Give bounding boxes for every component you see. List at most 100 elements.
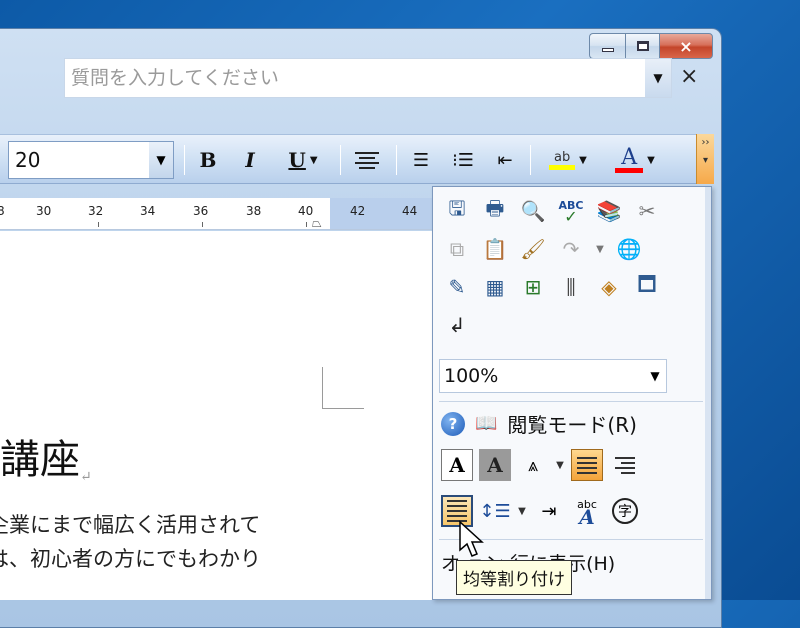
zoom-value[interactable]: 100%	[440, 365, 644, 387]
show-hide-marks-icon[interactable]: ↲	[441, 309, 473, 341]
cut-icon[interactable]: ✂	[631, 195, 663, 227]
ruler-tick: 34	[140, 204, 156, 218]
copy-icon[interactable]: ⧉	[441, 233, 473, 265]
center-align-button[interactable]	[352, 145, 382, 175]
numbered-list-icon: ☰	[412, 149, 430, 171]
ruler-tick-mark	[306, 222, 307, 227]
ruler-tick: 42	[350, 204, 366, 218]
font-color-icon: A	[615, 146, 644, 173]
enclosed-character-icon: 字	[612, 498, 638, 524]
help-dropdown-button[interactable]: ▼	[645, 59, 671, 97]
chevron-down-icon: ▼	[653, 71, 663, 85]
decrease-indent-button[interactable]: ⇤	[490, 145, 520, 175]
font-size-combo[interactable]: 20 ▼	[8, 141, 174, 179]
chevron-down-icon: ▾	[702, 155, 709, 166]
panel-scrollbar[interactable]	[705, 187, 711, 599]
toolbar-options-button[interactable]: ›› ▾	[696, 134, 714, 184]
columns-icon[interactable]: ⫼	[555, 271, 587, 303]
print-icon[interactable]: 🖶	[479, 195, 511, 227]
spellcheck-icon[interactable]: ABC ✓	[555, 195, 587, 227]
help-question-input[interactable]	[65, 59, 645, 97]
indent-icon: ⇤	[497, 149, 513, 171]
minimize-icon	[601, 48, 614, 52]
toolbar-separator	[184, 145, 185, 175]
bulleted-list-button[interactable]: ⁝☰	[448, 145, 478, 175]
enclosed-character-button[interactable]: 字	[609, 495, 641, 527]
read-mode-label: 閲覧モード(R)	[507, 413, 637, 437]
document-area[interactable]: 講座↵ 企業にまで幅広く活用されて は、初心者の方にでもわかり	[0, 231, 432, 600]
chevron-down-icon[interactable]: ▼	[517, 495, 527, 527]
help-question-box: ▼	[64, 58, 672, 98]
font-color-button[interactable]: A ▼	[608, 145, 662, 175]
paragraph-mark: ↵	[80, 469, 92, 485]
redo-icon[interactable]: ↷	[555, 233, 587, 265]
justify-icon	[577, 456, 597, 474]
close-window-button[interactable]: ×	[659, 33, 713, 59]
italic-button[interactable]: I	[236, 145, 264, 175]
chevron-down-icon: ▼	[156, 153, 166, 167]
underline-label: U	[288, 148, 306, 172]
character-shading-button[interactable]: A	[479, 449, 511, 481]
maximize-button[interactable]	[625, 33, 659, 59]
insert-table-icon[interactable]: ▦	[479, 271, 511, 303]
chevron-down-icon: ▼	[579, 154, 587, 166]
ruler-margin-area	[330, 198, 440, 229]
ruler-tick-partial: 8	[0, 204, 5, 218]
book-icon: 📖	[475, 413, 498, 434]
read-mode-button[interactable]: ? 📖 閲覧モード(R)	[441, 409, 637, 438]
phonetic-guide-button[interactable]: ⩓	[517, 449, 549, 481]
hyperlink-icon[interactable]: 🌐	[613, 233, 645, 265]
align-center-icon	[355, 151, 379, 169]
phonetic-abc-button[interactable]: abc A	[571, 495, 603, 528]
increase-indent-button[interactable]: ⇥	[533, 495, 565, 527]
body-text-line[interactable]: は、初心者の方にでもわかり	[0, 543, 261, 573]
ruler-tick: 36	[193, 204, 209, 218]
chevron-down-icon[interactable]: ▼	[644, 369, 666, 383]
body-text-line[interactable]: 企業にまで幅広く活用されて	[0, 509, 260, 539]
format-painter-icon[interactable]: 🖌	[517, 233, 549, 265]
close-help-icon[interactable]: ×	[680, 64, 698, 89]
maximize-icon	[636, 41, 649, 51]
horizontal-ruler[interactable]: 8 30 32 34 36 38 40 42 44 ⏢	[0, 198, 440, 230]
justify-button[interactable]	[571, 449, 603, 481]
paste-icon[interactable]: 📋	[479, 233, 511, 265]
print-preview-icon[interactable]: 🔍	[517, 195, 549, 227]
document-heading[interactable]: 講座↵	[0, 427, 92, 485]
toolbar-separator	[396, 145, 397, 175]
chevron-down-icon: ▼	[309, 154, 318, 166]
indent-marker-icon[interactable]: ⏢	[312, 216, 322, 229]
highlight-button[interactable]: ab ▼	[540, 145, 596, 175]
ruler-tick: 32	[88, 204, 104, 218]
font-size-value[interactable]: 20	[9, 148, 149, 172]
align-right-button[interactable]	[609, 449, 641, 481]
zoom-combo[interactable]: 100% ▼	[439, 359, 667, 393]
panel-row-styles: A A ⩓ ▼	[441, 449, 641, 481]
panel-separator	[439, 401, 703, 402]
bullet-list-icon: ⁝☰	[452, 149, 474, 171]
formatting-toolbar: 20 ▼ B I U ▼ ☰ ⁝☰ ⇤ ab ▼ A ▼ ›› ▾	[0, 134, 714, 184]
ruler-tick-mark	[98, 222, 99, 227]
drawing-icon[interactable]: ✎	[441, 271, 473, 303]
help-icon[interactable]: ?	[441, 411, 465, 436]
ruler-tick: 44	[402, 204, 418, 218]
document-map-icon[interactable]: 🗖	[631, 271, 663, 303]
bold-button[interactable]: B	[194, 145, 222, 175]
drawing-tools-icon[interactable]: ◈	[593, 271, 625, 303]
research-icon[interactable]: 📚	[593, 195, 625, 227]
ruler-tick-mark	[202, 222, 203, 227]
font-size-dropdown[interactable]: ▼	[149, 142, 173, 178]
numbered-list-button[interactable]: ☰	[406, 145, 436, 175]
chevron-down-icon[interactable]: ▼	[593, 233, 607, 265]
save-icon[interactable]: 🖫	[441, 195, 473, 227]
help-row: ▼ ×	[0, 58, 712, 102]
highlight-label: ab	[554, 150, 571, 165]
chevron-down-icon[interactable]: ▼	[555, 449, 565, 481]
overflow-icon: ››	[701, 137, 710, 148]
character-border-button[interactable]: A	[441, 449, 473, 481]
minimize-button[interactable]	[589, 33, 625, 59]
heading-text: 講座	[0, 437, 80, 483]
insert-excel-icon[interactable]: ⊞	[517, 271, 549, 303]
ruler-tick: 30	[36, 204, 52, 218]
underline-button[interactable]: U ▼	[278, 145, 328, 175]
panel-icon-grid: 🖫 🖶 🔍 ABC ✓ 📚 ✂ ⧉ 📋 🖌 ↷ ▼ 🌐 ✎ ▦ ⊞ ⫼ ◈ 🗖 ↲	[441, 195, 691, 347]
